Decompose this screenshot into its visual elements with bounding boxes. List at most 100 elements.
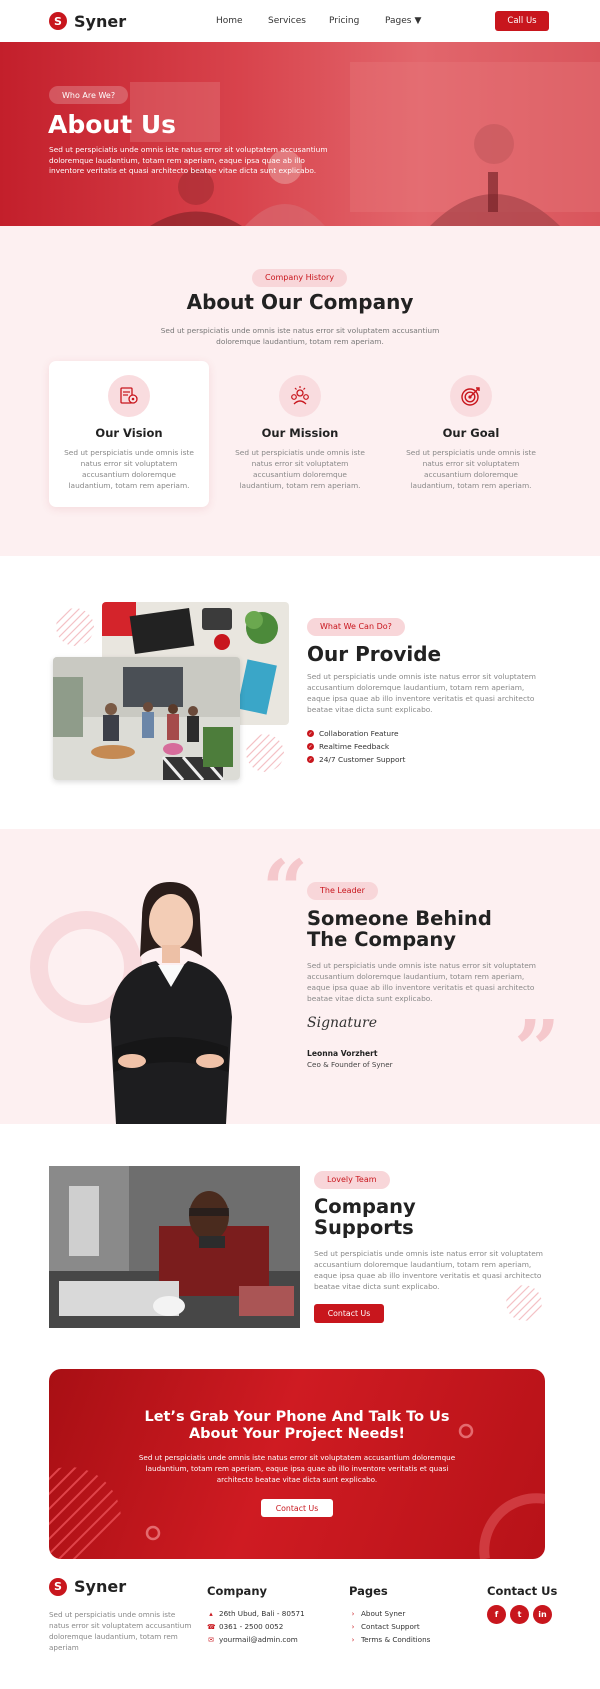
- feature-list: ✓ Collaboration Feature ✓ Realtime Feedbac…: [307, 727, 405, 766]
- about-description: Sed ut perspiciatis unde omnis iste natu…: [160, 326, 440, 346]
- footer-link-about[interactable]: › About Syner: [349, 1607, 430, 1620]
- page: S Syner Home Services Pricing Pages ▼ Cal…: [0, 0, 600, 1687]
- list-item: ✓ Collaboration Feature: [307, 727, 405, 740]
- footer-company-title: Company: [207, 1584, 267, 1598]
- cta-section: Let’s Grab Your Phone And Talk To Us Abo…: [0, 1367, 600, 1572]
- footer-link-terms[interactable]: › Terms & Conditions: [349, 1633, 431, 1646]
- decor-stripe-circle: [56, 608, 94, 646]
- supports-title-line1: Company: [314, 1195, 416, 1218]
- footer-contact-title: Contact Us: [487, 1584, 558, 1598]
- chevron-right-icon: ›: [351, 1609, 355, 1618]
- email-item[interactable]: ✉ yourmail@admin.com: [207, 1633, 305, 1646]
- phone-text: 0361 - 2500 0052: [219, 1622, 284, 1631]
- decor-stripe-circle: [506, 1285, 542, 1321]
- goal-title: Our Goal: [442, 426, 500, 440]
- footer-description: Sed ut perspiciatis unde omnis iste natu…: [49, 1610, 192, 1652]
- phone-item[interactable]: ☎ 0361 - 2500 0052: [207, 1620, 305, 1633]
- linkedin-icon[interactable]: in: [533, 1605, 552, 1624]
- feature-label: Realtime Feedback: [319, 742, 390, 751]
- company-history-chip: Company History: [252, 269, 348, 287]
- target-goal-icon: [450, 375, 492, 417]
- footer-company-list: ▴ 26th Ubud, Bali - 80571 ☎ 0361 - 2500 00…: [207, 1607, 305, 1646]
- team-mission-icon: [279, 375, 321, 417]
- check-icon: ✓: [307, 756, 314, 763]
- twitter-icon[interactable]: t: [510, 1605, 529, 1624]
- feature-label: 24/7 Customer Support: [319, 755, 406, 764]
- cta-title-line1: Let’s Grab Your Phone And Talk To Us: [144, 1409, 450, 1425]
- address-item: ▴ 26th Ubud, Bali - 80571: [207, 1607, 305, 1620]
- decor-stripe-circle: [246, 734, 284, 772]
- supports-title-line2: Supports: [314, 1216, 414, 1239]
- nav-link-pricing[interactable]: Pricing: [329, 16, 359, 26]
- mail-icon: ✉: [208, 1635, 214, 1644]
- phone-icon: ☎: [207, 1622, 216, 1631]
- hero-description: Sed ut perspiciatis unde omnis iste natu…: [49, 145, 328, 175]
- footer-link-label: Contact Support: [361, 1622, 420, 1631]
- check-icon: ✓: [307, 743, 314, 750]
- mission-title: Our Mission: [261, 426, 339, 440]
- cta-description: Sed ut perspiciatis unde omnis iste natu…: [138, 1453, 456, 1484]
- support-agent-image: [49, 1166, 300, 1328]
- vision-card[interactable]: Our Vision Sed ut perspiciatis unde omni…: [49, 361, 209, 507]
- lovely-team-chip: Lovely Team: [314, 1171, 390, 1189]
- facebook-icon[interactable]: f: [487, 1605, 506, 1624]
- leader-role: Ceo & Founder of Syner: [307, 1060, 393, 1069]
- goal-card[interactable]: Our Goal Sed ut perspiciatis unde omnis …: [391, 361, 551, 507]
- call-us-button[interactable]: Call Us: [495, 11, 549, 31]
- vision-document-icon: [108, 375, 150, 417]
- cta-title: Let’s Grab Your Phone And Talk To Us Abo…: [49, 1409, 545, 1442]
- logo-text: Syner: [74, 1577, 127, 1596]
- list-item: ✓ Realtime Feedback: [307, 740, 405, 753]
- leader-description: Sed ut perspiciatis unde omnis iste natu…: [307, 961, 536, 1003]
- social-links: f t in: [487, 1605, 552, 1624]
- brand-logo[interactable]: S Syner: [49, 12, 126, 31]
- footer-logo[interactable]: S Syner: [49, 1577, 126, 1596]
- hero-section: Who Are We? About Us Sed ut perspiciatis…: [0, 42, 600, 226]
- page-title: About Us: [48, 110, 177, 139]
- cta-contact-button[interactable]: Contact Us: [261, 1499, 333, 1517]
- map-pin-icon: ▴: [209, 1609, 213, 1618]
- logo-mark: S: [49, 12, 67, 30]
- cta-title-line2: About Your Project Needs!: [188, 1425, 406, 1442]
- logo-mark: S: [49, 1577, 67, 1596]
- footer-link-label: About Syner: [361, 1609, 406, 1618]
- provide-section: What We Can Do? Our Provide Sed ut persp…: [0, 556, 600, 829]
- chevron-down-icon: ▼: [414, 16, 422, 26]
- leader-portrait-image: [110, 882, 232, 1124]
- leader-section: “ ” The Leader Someone Behind The Compan…: [0, 829, 600, 1124]
- address-text: 26th Ubud, Bali - 80571: [219, 1609, 305, 1618]
- leader-name: Leonna Vorzhert: [307, 1049, 378, 1058]
- email-text: yourmail@admin.com: [219, 1635, 298, 1644]
- check-icon: ✓: [307, 730, 314, 737]
- provide-description: Sed ut perspiciatis unde omnis iste natu…: [307, 672, 536, 714]
- hero-chip: Who Are We?: [49, 86, 129, 104]
- vision-description: Sed ut perspiciatis unde omnis iste natu…: [64, 448, 194, 490]
- nav-link-services[interactable]: Services: [268, 16, 306, 26]
- about-title: About Our Company: [186, 290, 414, 314]
- footer-pages-list: › About Syner › Contact Support › Terms & C…: [349, 1607, 431, 1646]
- supports-section: Lovely Team Company Supports Sed ut pers…: [0, 1124, 600, 1367]
- provide-title: Our Provide: [307, 642, 442, 666]
- mission-card[interactable]: Our Mission Sed ut perspiciatis unde omn…: [220, 361, 380, 507]
- footer-pages-title: Pages: [349, 1584, 388, 1598]
- footer-link-support[interactable]: › Contact Support: [349, 1620, 430, 1633]
- quote-open-icon: “: [262, 842, 309, 936]
- leader-title-line2: The Company: [307, 928, 456, 951]
- list-item: ✓ 24/7 Customer Support: [307, 753, 405, 766]
- nav-link-pages[interactable]: Pages ▼: [385, 16, 421, 26]
- the-leader-chip: The Leader: [307, 882, 378, 900]
- quote-close-icon: ”: [514, 1002, 561, 1096]
- signature: Signature: [307, 1015, 378, 1031]
- contact-us-button[interactable]: Contact Us: [314, 1304, 384, 1323]
- cta-banner: Let’s Grab Your Phone And Talk To Us Abo…: [49, 1369, 545, 1559]
- chevron-right-icon: ›: [351, 1635, 355, 1644]
- leader-title: Someone Behind The Company: [307, 908, 527, 950]
- nav-link-pages-label: Pages: [385, 16, 412, 26]
- leader-title-line1: Someone Behind: [307, 907, 492, 930]
- footer-link-label: Terms & Conditions: [361, 1635, 431, 1644]
- logo-text: Syner: [74, 11, 127, 31]
- what-we-can-do-chip: What We Can Do?: [307, 618, 405, 636]
- chevron-right-icon: ›: [351, 1622, 355, 1631]
- nav-link-home[interactable]: Home: [216, 16, 243, 26]
- feature-label: Collaboration Feature: [319, 729, 399, 738]
